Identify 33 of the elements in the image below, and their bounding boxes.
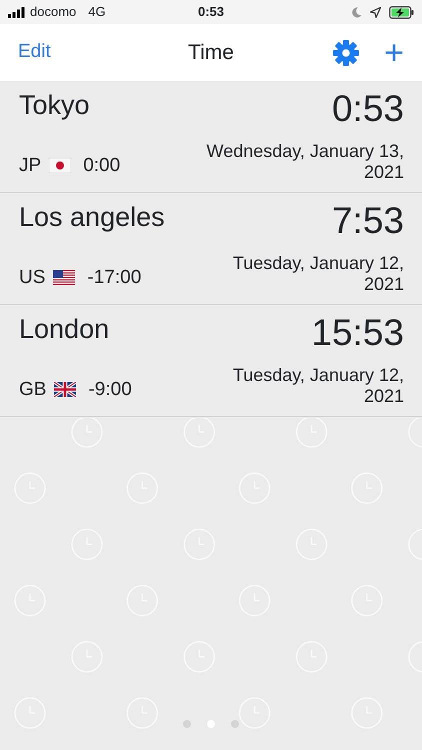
network-type: 4G	[88, 3, 106, 22]
signal-icon	[8, 6, 26, 18]
flag-icon	[53, 270, 76, 286]
carrier-name: docomo	[30, 3, 76, 22]
battery-charging-icon	[389, 6, 414, 18]
moon-icon	[352, 6, 362, 18]
country-code: JP	[19, 154, 42, 178]
settings-icon[interactable]	[332, 38, 360, 66]
time-offset: -9:00	[88, 378, 132, 402]
status-time: 0:53	[198, 4, 224, 20]
add-button[interactable]: +	[384, 36, 404, 70]
time-offset: 0:00	[83, 154, 120, 178]
city-date: Tuesday, January 12, 2021	[232, 364, 404, 408]
city-row[interactable]: Los angeles 7:53 US -17:00 Tuesday, January 12, 2021	[0, 193, 422, 305]
country-code: GB	[19, 378, 46, 402]
city-name: Los angeles	[19, 201, 165, 234]
city-row[interactable]: Tokyo 0:53 JP 0:00 Wednesday, January 13, 2021	[0, 81, 422, 193]
city-name: London	[19, 313, 110, 346]
city-date: Wednesday, January 13, 2021	[206, 140, 404, 184]
flag-icon	[49, 158, 72, 174]
city-time: 15:53	[311, 313, 404, 354]
city-row[interactable]: London 15:53 GB -9:00 Tuesday, January 12, 2021	[0, 305, 422, 417]
location-arrow-icon	[370, 6, 381, 18]
city-name: Tokyo	[19, 89, 90, 122]
page-dot[interactable]	[231, 720, 239, 728]
city-time: 0:53	[332, 89, 404, 130]
country-code: US	[19, 266, 46, 290]
city-time: 7:53	[332, 201, 404, 242]
screen-title: Time	[188, 40, 234, 64]
edit-button[interactable]: Edit	[18, 38, 51, 67]
flag-icon	[54, 382, 76, 398]
city-date: Tuesday, January 12, 2021	[232, 252, 404, 296]
time-offset: -17:00	[87, 266, 142, 290]
